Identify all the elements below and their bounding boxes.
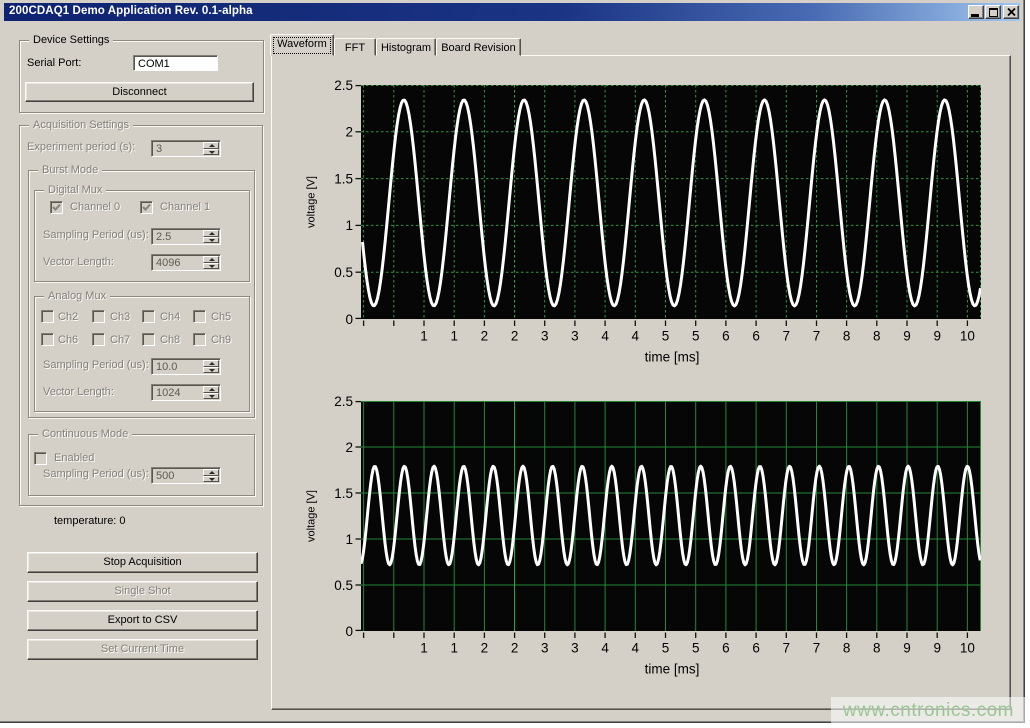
- svg-text:2.5: 2.5: [334, 78, 353, 93]
- svg-text:2: 2: [511, 329, 519, 344]
- svg-text:9: 9: [933, 641, 941, 656]
- svg-text:3: 3: [541, 329, 549, 344]
- svg-text:6: 6: [752, 641, 760, 656]
- svg-text:5: 5: [662, 641, 670, 656]
- svg-text:0.5: 0.5: [334, 578, 353, 593]
- svg-text:8: 8: [873, 329, 881, 344]
- svg-text:7: 7: [783, 641, 791, 656]
- svg-text:1: 1: [420, 329, 428, 344]
- svg-text:1: 1: [420, 641, 428, 656]
- svg-text:4: 4: [632, 329, 640, 344]
- svg-text:4: 4: [632, 641, 640, 656]
- svg-text:voltage [V]: voltage [V]: [306, 490, 318, 542]
- svg-text:0: 0: [345, 312, 353, 327]
- svg-text:5: 5: [692, 641, 700, 656]
- svg-text:0: 0: [345, 624, 353, 639]
- svg-text:9: 9: [903, 329, 911, 344]
- svg-text:voltage [V]: voltage [V]: [306, 176, 318, 228]
- svg-text:2: 2: [345, 125, 353, 140]
- svg-text:1.5: 1.5: [334, 171, 353, 186]
- svg-text:7: 7: [813, 641, 821, 656]
- svg-text:4: 4: [601, 329, 609, 344]
- svg-text:1.5: 1.5: [334, 486, 353, 501]
- svg-text:5: 5: [662, 329, 670, 344]
- svg-text:1: 1: [345, 532, 353, 547]
- svg-text:10: 10: [960, 641, 975, 656]
- svg-text:1: 1: [450, 641, 458, 656]
- svg-text:2: 2: [481, 329, 489, 344]
- svg-text:9: 9: [933, 329, 941, 344]
- svg-text:2: 2: [481, 641, 489, 656]
- svg-text:6: 6: [752, 329, 760, 344]
- svg-text:3: 3: [571, 329, 579, 344]
- svg-text:2: 2: [345, 440, 353, 455]
- svg-text:time [ms]: time [ms]: [645, 350, 700, 365]
- svg-text:8: 8: [873, 641, 881, 656]
- svg-text:2.5: 2.5: [334, 394, 353, 409]
- svg-text:8: 8: [843, 641, 851, 656]
- svg-text:5: 5: [692, 329, 700, 344]
- svg-text:1: 1: [450, 329, 458, 344]
- svg-text:6: 6: [722, 329, 730, 344]
- svg-text:4: 4: [601, 641, 609, 656]
- svg-text:6: 6: [722, 641, 730, 656]
- svg-text:9: 9: [903, 641, 911, 656]
- svg-text:3: 3: [571, 641, 579, 656]
- svg-text:time [ms]: time [ms]: [645, 662, 700, 677]
- svg-text:7: 7: [783, 329, 791, 344]
- svg-text:0.5: 0.5: [334, 265, 353, 280]
- svg-text:1: 1: [345, 218, 353, 233]
- svg-text:8: 8: [843, 329, 851, 344]
- svg-text:10: 10: [960, 329, 975, 344]
- svg-text:7: 7: [813, 329, 821, 344]
- svg-text:2: 2: [511, 641, 519, 656]
- svg-text:3: 3: [541, 641, 549, 656]
